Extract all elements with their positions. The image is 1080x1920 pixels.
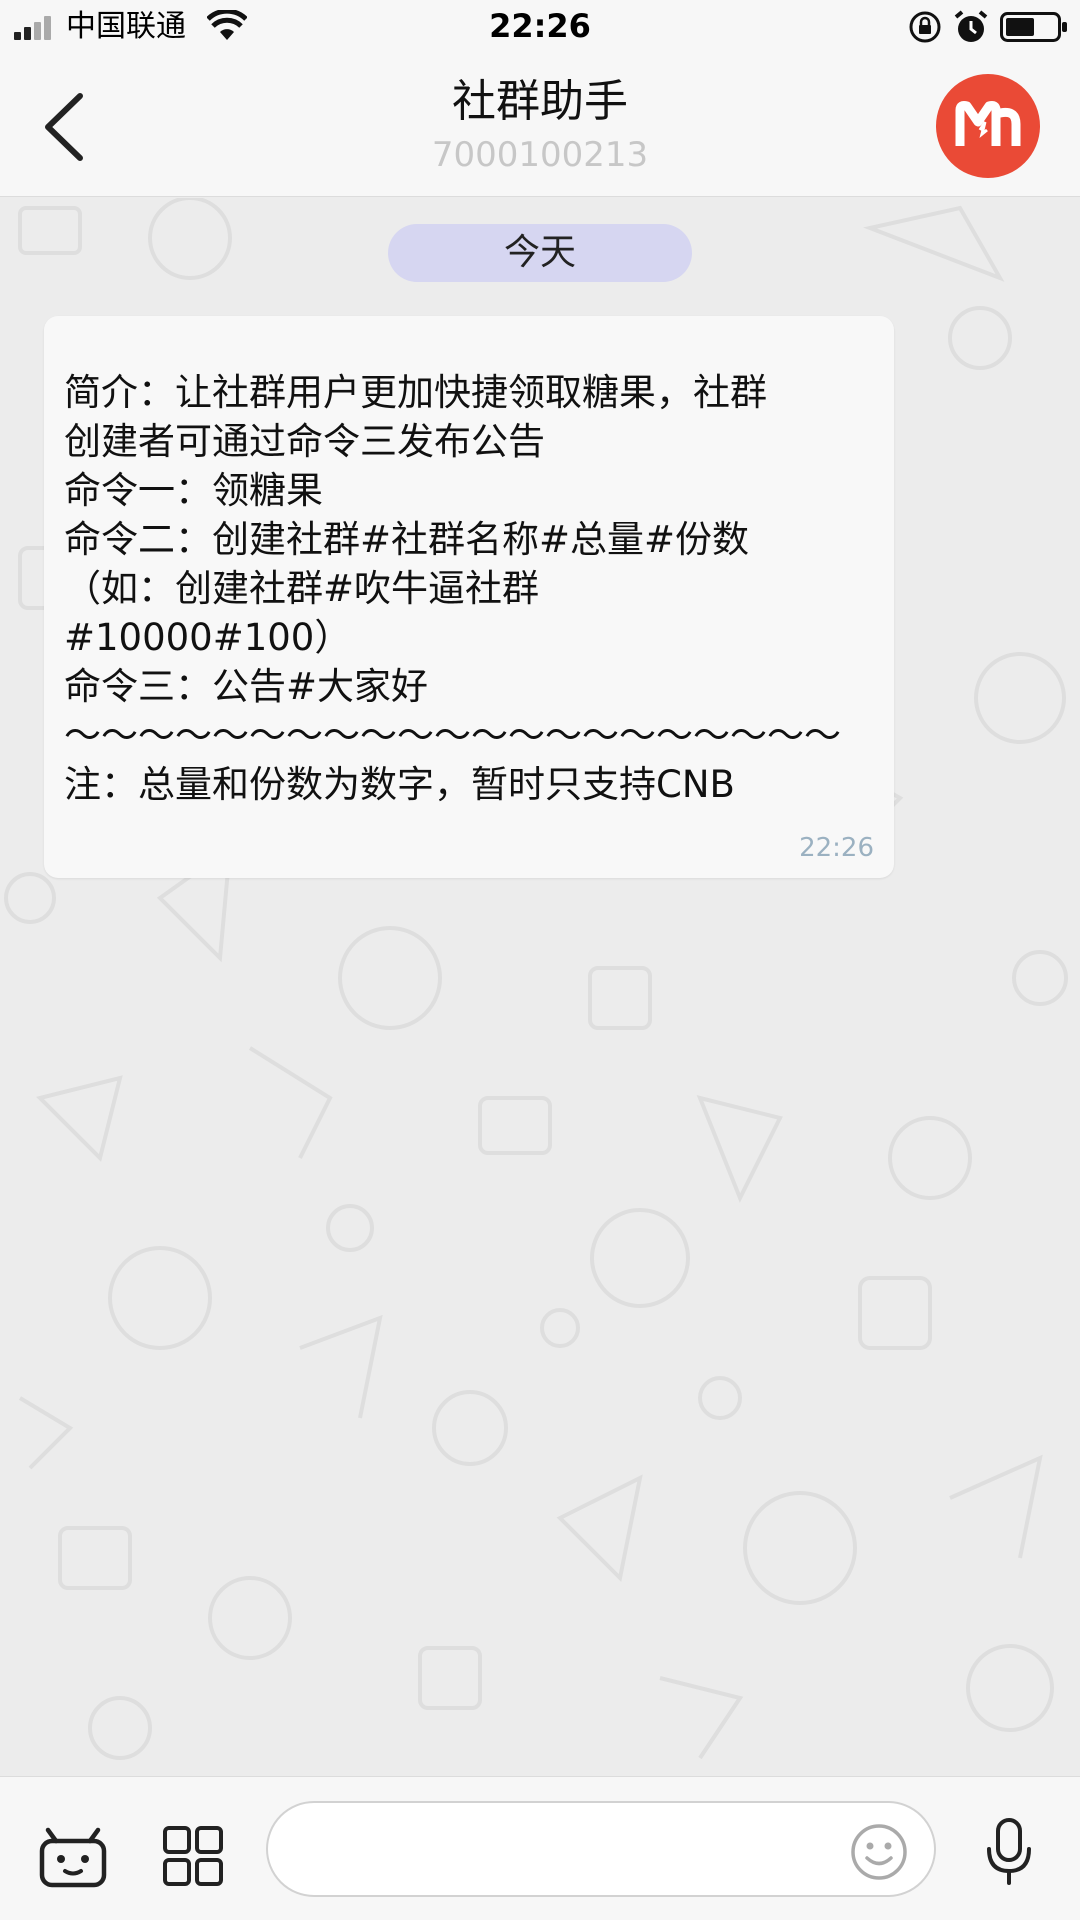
chat-title: 社群助手 [452,76,628,127]
message-line: 简介：让社群用户更加快捷领取糖果，社群 [64,371,767,414]
emoji-icon[interactable] [850,1823,908,1881]
message-line: ～～～～～～～～～～～～～～～～～～～～～ [64,714,841,757]
message-line: （如：创建社群#吹牛逼社群 [64,567,540,610]
message-input[interactable] [266,1801,936,1897]
message-bubble[interactable]: 简介：让社群用户更加快捷领取糖果，社群 创建者可通过命令三发布公告 命令一：领糖… [44,316,894,878]
chat-area[interactable]: 今天 简介：让社群用户更加快捷领取糖果，社群 创建者可通过命令三发布公告 命令一… [0,198,1080,1776]
message-line: #10000#100） [64,616,352,659]
battery-icon [1000,12,1067,42]
chat-header: 社群助手 7000100213 [0,54,1080,197]
chat-subtitle: 7000100213 [431,135,649,175]
microphone-icon[interactable] [984,1817,1034,1887]
logo-icon [955,101,1021,146]
grid-icon[interactable] [162,1825,224,1887]
message-text: 简介：让社群用户更加快捷领取糖果，社群 创建者可通过命令三发布公告 命令一：领糖… [64,368,884,809]
message-line: 命令二：创建社群#社群名称#总量#份数 [64,518,750,561]
bot-icon[interactable] [38,1827,108,1889]
status-bar: 中国联通 22:26 [0,0,1080,54]
avatar[interactable] [936,74,1040,178]
orientation-lock-icon [909,11,941,43]
date-divider: 今天 [388,224,692,282]
message-line: 注：总量和份数为数字，暂时只支持CNB [64,763,735,806]
message-line: 创建者可通过命令三发布公告 [64,420,545,463]
message-line: 命令一：领糖果 [64,469,323,512]
message-timestamp: 22:26 [799,833,874,863]
alarm-icon [954,10,988,42]
message-line: 命令三：公告#大家好 [64,665,429,708]
input-bar [0,1776,1080,1920]
